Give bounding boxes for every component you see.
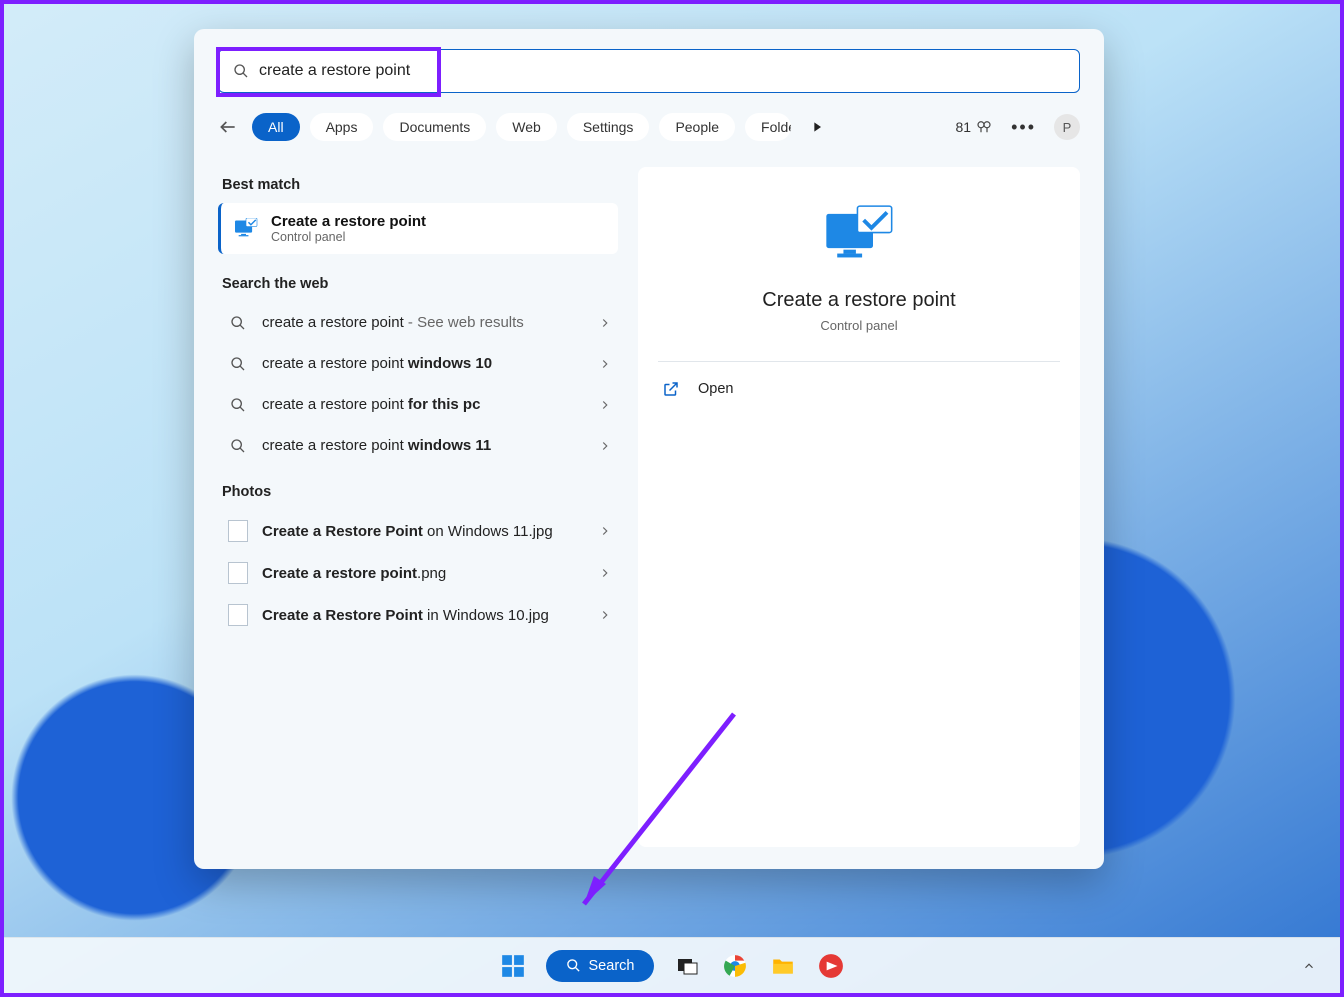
best-match-title: Create a restore point [271,213,426,230]
photo-thumb-icon [228,562,248,584]
open-action[interactable]: Open [658,368,1060,410]
header-right-icons: 81 ••• P [956,114,1080,140]
taskbar: Search [4,937,1340,993]
web-result-text: create a restore point - See web results [262,312,584,333]
search-icon [233,63,249,79]
filter-pill-web[interactable]: Web [496,113,557,141]
control-panel-icon [233,218,259,240]
preview-subtitle: Control panel [658,318,1060,333]
chevron-right-icon [598,608,612,622]
avatar-initial: P [1063,120,1072,135]
web-result[interactable]: create a restore point windows 10 [218,343,618,384]
filter-pill-all[interactable]: All [252,113,300,141]
web-result-text: create a restore point for this pc [262,394,584,415]
section-header-photos: Photos [222,484,618,500]
preview-pane: Create a restore point Control panel Ope… [638,167,1080,847]
photo-result[interactable]: Create a Restore Point on Windows 11.jpg [218,510,618,552]
open-label: Open [698,381,733,397]
chevron-right-icon [598,566,612,580]
preview-icon [819,203,899,273]
filter-pill-documents[interactable]: Documents [383,113,486,141]
chevron-right-icon [598,357,612,371]
task-view-button[interactable] [672,951,702,981]
search-icon [228,356,248,372]
photo-result-text: Create a Restore Point in Windows 10.jpg [262,605,584,626]
photo-thumb-icon [228,604,248,626]
rewards-points: 81 [956,119,972,135]
search-icon [228,315,248,331]
search-icon [566,958,581,973]
windows-search-panel: All Apps Documents Web Settings People F… [194,29,1104,869]
best-match-text: Create a restore point Control panel [271,213,426,244]
photo-result[interactable]: Create a Restore Point in Windows 10.jpg [218,594,618,636]
back-arrow-icon[interactable] [218,117,238,137]
scroll-more-icon[interactable] [809,119,825,135]
rewards-counter[interactable]: 81 [956,118,994,136]
taskbar-app-explorer[interactable] [768,951,798,981]
chevron-right-icon [598,398,612,412]
user-avatar[interactable]: P [1054,114,1080,140]
chevron-right-icon [598,524,612,538]
web-result[interactable]: create a restore point - See web results [218,302,618,343]
web-result[interactable]: create a restore point for this pc [218,384,618,425]
taskbar-app-generic[interactable] [816,951,846,981]
best-match-subtitle: Control panel [271,230,426,244]
filter-pill-settings[interactable]: Settings [567,113,650,141]
results-body: Best match Create a restore point Contro… [218,167,1080,847]
section-header-search-web: Search the web [222,276,618,292]
chevron-right-icon [598,316,612,330]
open-external-icon [662,380,680,398]
taskbar-search-button[interactable]: Search [546,950,655,982]
chevron-up-icon[interactable] [1302,959,1316,973]
taskbar-right [1302,959,1316,973]
search-input[interactable] [259,62,1065,80]
taskbar-app-chrome[interactable] [720,951,750,981]
chevron-right-icon [598,439,612,453]
photo-result-text: Create a restore point.png [262,563,584,584]
taskbar-search-label: Search [589,958,635,974]
best-match-result[interactable]: Create a restore point Control panel [218,203,618,254]
more-options-icon[interactable]: ••• [1011,117,1036,138]
filter-pill-apps[interactable]: Apps [310,113,374,141]
filter-pill-folders[interactable]: Folders [745,113,791,141]
search-box[interactable] [218,49,1080,93]
photo-result[interactable]: Create a restore point.png [218,552,618,594]
photo-thumb-icon [228,520,248,542]
photo-result-text: Create a Restore Point on Windows 11.jpg [262,521,584,542]
start-button[interactable] [498,951,528,981]
web-result-text: create a restore point windows 11 [262,435,584,456]
search-box-row [218,49,1080,93]
filter-pills: All Apps Documents Web Settings People F… [252,113,791,141]
rewards-icon [975,118,993,136]
results-left-column: Best match Create a restore point Contro… [218,167,618,847]
web-result-text: create a restore point windows 10 [262,353,584,374]
preview-divider [658,361,1060,362]
search-icon [228,397,248,413]
search-icon [228,438,248,454]
filter-pill-people[interactable]: People [659,113,735,141]
web-result[interactable]: create a restore point windows 11 [218,425,618,466]
filter-row: All Apps Documents Web Settings People F… [218,113,1080,141]
preview-title: Create a restore point [658,289,1060,312]
section-header-best-match: Best match [222,177,618,193]
